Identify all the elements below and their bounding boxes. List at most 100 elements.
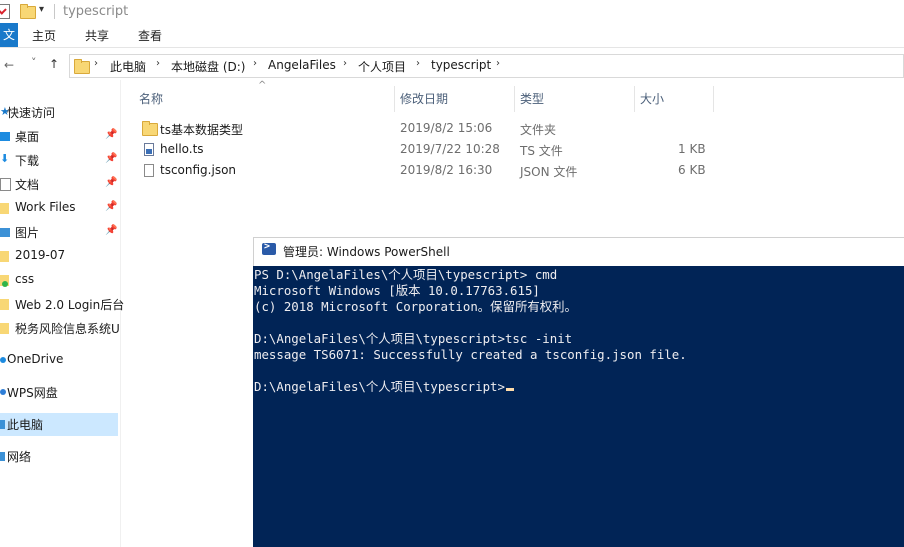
file-row[interactable]: hello.ts 2019/7/22 10:28 TS 文件 1 KB <box>138 139 718 160</box>
tab-share[interactable]: 共享 <box>85 27 109 44</box>
powershell-title: 管理员: Windows PowerShell <box>283 245 450 259</box>
sidebar-item-label: 下载 <box>15 154 40 168</box>
wps-cloud-icon <box>0 389 6 395</box>
sidebar-item-label: Web 2.0 Login后台 <box>15 298 125 312</box>
sidebar-this-pc[interactable]: 此电脑 <box>0 413 118 436</box>
column-header-name[interactable]: 名称 <box>139 90 163 107</box>
sort-ascending-icon: ^ <box>258 80 267 91</box>
breadcrumb-chevron-icon[interactable]: › <box>343 58 347 69</box>
tab-view[interactable]: 查看 <box>138 27 162 44</box>
sidebar-item-label: 快速访问 <box>7 106 56 120</box>
breadcrumb-personal-projects[interactable]: 个人项目 <box>358 58 406 75</box>
pictures-icon <box>0 228 10 237</box>
file-row[interactable]: tsconfig.json 2019/8/2 16:30 JSON 文件 6 K… <box>138 160 718 181</box>
column-separator[interactable] <box>394 86 395 112</box>
network-icon <box>0 452 5 461</box>
quick-access-dropdown-icon[interactable]: ▾ <box>39 4 44 15</box>
sidebar-item-label: 2019-07 <box>15 248 66 262</box>
column-separator[interactable] <box>514 86 515 112</box>
console-prompt-line: D:\AngelaFiles\个人项目\typescript> <box>254 379 514 395</box>
file-type: TS 文件 <box>520 144 563 158</box>
console-line: (c) 2018 Microsoft Corporation。保留所有权利。 <box>254 299 577 314</box>
column-header-size[interactable]: 大小 <box>640 90 664 107</box>
file-name: hello.ts <box>160 142 204 156</box>
folder-icon <box>142 121 158 136</box>
column-separator[interactable] <box>634 86 635 112</box>
folder-icon <box>0 251 9 262</box>
sidebar-quick-access[interactable]: ★ 快速访问 <box>0 101 118 123</box>
sidebar-item-tax-risk[interactable]: 税务风险信息系统U <box>0 317 120 339</box>
sidebar-item-label: 此电脑 <box>7 418 44 432</box>
sidebar-item-web-login[interactable]: Web 2.0 Login后台 <box>0 293 124 315</box>
pin-icon[interactable]: 📌 <box>105 225 117 236</box>
file-row[interactable]: ts基本数据类型 2019/8/2 15:06 文件夹 <box>138 118 718 139</box>
breadcrumb-chevron-icon[interactable]: › <box>496 58 500 69</box>
sidebar-item-label: Work Files <box>15 200 76 214</box>
column-header-type[interactable]: 类型 <box>520 90 544 107</box>
console-line: D:\AngelaFiles\个人项目\typescript>tsc -init <box>254 331 573 346</box>
sidebar-item-label: 图片 <box>15 226 40 240</box>
sidebar-item-desktop[interactable]: 桌面 📌 <box>0 125 118 147</box>
recent-locations-button[interactable]: ˅ <box>31 56 37 69</box>
tab-file[interactable]: 文 <box>0 23 18 47</box>
folder-icon <box>20 4 36 19</box>
sidebar-network[interactable]: 网络 <box>0 445 118 467</box>
sidebar-item-label: OneDrive <box>7 352 64 366</box>
console-line: message TS6071: Successfully created a t… <box>254 347 687 362</box>
breadcrumb-local-disk[interactable]: 本地磁盘 (D:) <box>171 58 245 75</box>
file-date: 2019/8/2 16:30 <box>400 163 493 177</box>
column-header-date[interactable]: 修改日期 <box>400 90 448 107</box>
sync-check-icon <box>2 281 8 287</box>
sidebar-item-label: WPS网盘 <box>7 386 58 400</box>
sidebar-item-work-files[interactable]: Work Files 📌 <box>0 197 118 219</box>
address-folder-icon <box>74 59 90 74</box>
sidebar-item-pictures[interactable]: 图片 📌 <box>0 221 118 243</box>
sidebar-wps[interactable]: WPS网盘 <box>0 381 118 403</box>
console-line: PS D:\AngelaFiles\个人项目\typescript> cmd <box>254 267 558 282</box>
explorer-title-bar <box>0 0 904 23</box>
file-size: 6 KB <box>678 163 706 177</box>
sidebar-item-label: 桌面 <box>15 130 40 144</box>
column-separator[interactable] <box>713 86 714 112</box>
sidebar-divider <box>120 80 121 547</box>
folder-icon <box>0 203 9 214</box>
folder-icon <box>0 299 9 310</box>
pin-icon[interactable]: 📌 <box>105 153 117 164</box>
sidebar-onedrive[interactable]: OneDrive <box>0 349 118 371</box>
powershell-icon[interactable] <box>262 241 276 255</box>
quick-access-properties-icon[interactable] <box>0 4 10 19</box>
back-button[interactable]: ← <box>4 58 14 72</box>
sidebar-item-label: css <box>15 272 35 286</box>
breadcrumb-chevron-icon[interactable]: › <box>94 58 98 69</box>
breadcrumb-chevron-icon[interactable]: › <box>156 58 160 69</box>
file-date: 2019/8/2 15:06 <box>400 121 493 135</box>
cloud-icon <box>0 357 6 363</box>
breadcrumb-this-pc[interactable]: 此电脑 <box>110 58 146 75</box>
file-icon <box>144 164 154 177</box>
ts-file-icon <box>144 143 154 156</box>
file-type: JSON 文件 <box>520 165 578 179</box>
sidebar-item-label: 文档 <box>15 178 40 192</box>
sidebar-item-label: 网络 <box>7 450 32 464</box>
sidebar-item-css[interactable]: css <box>0 269 118 291</box>
sidebar-item-label: 税务风险信息系统U <box>15 322 120 336</box>
breadcrumb-angelafiles[interactable]: AngelaFiles <box>268 58 336 72</box>
breadcrumb-typescript[interactable]: typescript <box>431 58 491 72</box>
file-date: 2019/7/22 10:28 <box>400 142 500 156</box>
text-cursor <box>505 388 514 391</box>
sidebar-item-2019-07[interactable]: 2019-07 <box>0 245 118 267</box>
breadcrumb-chevron-icon[interactable]: › <box>253 58 257 69</box>
document-icon <box>0 178 11 191</box>
sidebar-item-downloads[interactable]: ⬇ 下载 📌 <box>0 149 118 171</box>
ribbon-tab-bar <box>0 23 904 48</box>
up-button[interactable]: ↑ <box>49 57 59 71</box>
tab-home[interactable]: 主页 <box>32 27 56 44</box>
console-line: Microsoft Windows [版本 10.0.17763.615] <box>254 283 540 298</box>
pin-icon[interactable]: 📌 <box>105 129 117 140</box>
sidebar-item-documents[interactable]: 文档 📌 <box>0 173 118 195</box>
file-type: 文件夹 <box>520 123 557 137</box>
pin-icon[interactable]: 📌 <box>105 177 117 188</box>
desktop-icon <box>0 132 10 141</box>
breadcrumb-chevron-icon[interactable]: › <box>416 58 420 69</box>
pin-icon[interactable]: 📌 <box>105 201 117 212</box>
